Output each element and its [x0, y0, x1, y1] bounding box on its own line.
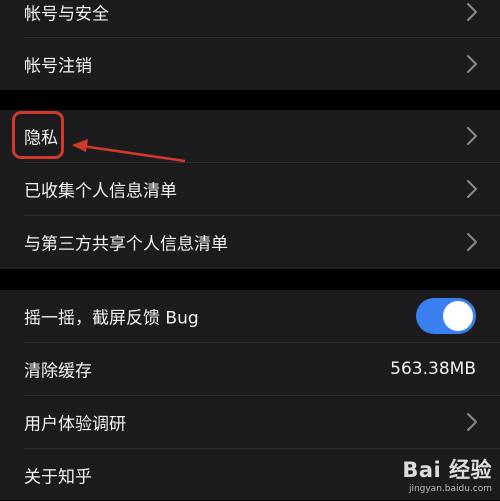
privacy-row[interactable]: 隐私 — [0, 110, 500, 162]
clear-cache-label: 清除缓存 — [24, 361, 92, 382]
about-label: 关于知乎 — [24, 467, 92, 488]
third-party-sharing-label: 与第三方共享个人信息清单 — [24, 234, 228, 255]
toggle-knob — [443, 301, 473, 331]
watermark-url: jingyan.baidu.com — [408, 484, 492, 494]
baidu-jingyan-watermark: Bai 经验 jingyan.baidu.com — [402, 454, 492, 494]
chevron-right-icon — [467, 233, 477, 251]
shake-feedback-row: 摇一摇，截屏反馈 Bug — [0, 290, 500, 342]
account-deactivate-row[interactable]: 帐号注销 — [0, 38, 500, 90]
clear-cache-row[interactable]: 清除缓存 563.38MB — [0, 343, 500, 395]
chevron-right-icon — [467, 55, 477, 73]
privacy-highlight-box — [12, 111, 64, 159]
chevron-right-icon — [467, 3, 477, 21]
collected-info-label: 已收集个人信息清单 — [24, 181, 177, 202]
shake-feedback-toggle[interactable] — [416, 298, 476, 334]
watermark-brand: Bai 经验 — [402, 458, 492, 482]
collected-info-row[interactable]: 已收集个人信息清单 — [0, 163, 500, 215]
ux-research-label: 用户体验调研 — [24, 414, 126, 435]
chevron-right-icon — [467, 180, 477, 198]
shake-feedback-label: 摇一摇，截屏反馈 Bug — [24, 308, 199, 329]
chevron-right-icon — [467, 127, 477, 145]
privacy-group: 隐私 已收集个人信息清单 与第三方共享个人信息清单 — [0, 110, 500, 269]
cache-size-value: 563.38MB — [390, 359, 476, 379]
chevron-right-icon — [467, 413, 477, 431]
ux-research-row[interactable]: 用户体验调研 — [0, 396, 500, 448]
account-deactivate-label: 帐号注销 — [24, 56, 92, 77]
third-party-sharing-row[interactable]: 与第三方共享个人信息清单 — [0, 216, 500, 268]
account-security-row[interactable]: 帐号与安全 — [0, 0, 500, 38]
account-security-label: 帐号与安全 — [24, 4, 109, 25]
account-group: 帐号与安全 帐号注销 — [0, 0, 500, 90]
